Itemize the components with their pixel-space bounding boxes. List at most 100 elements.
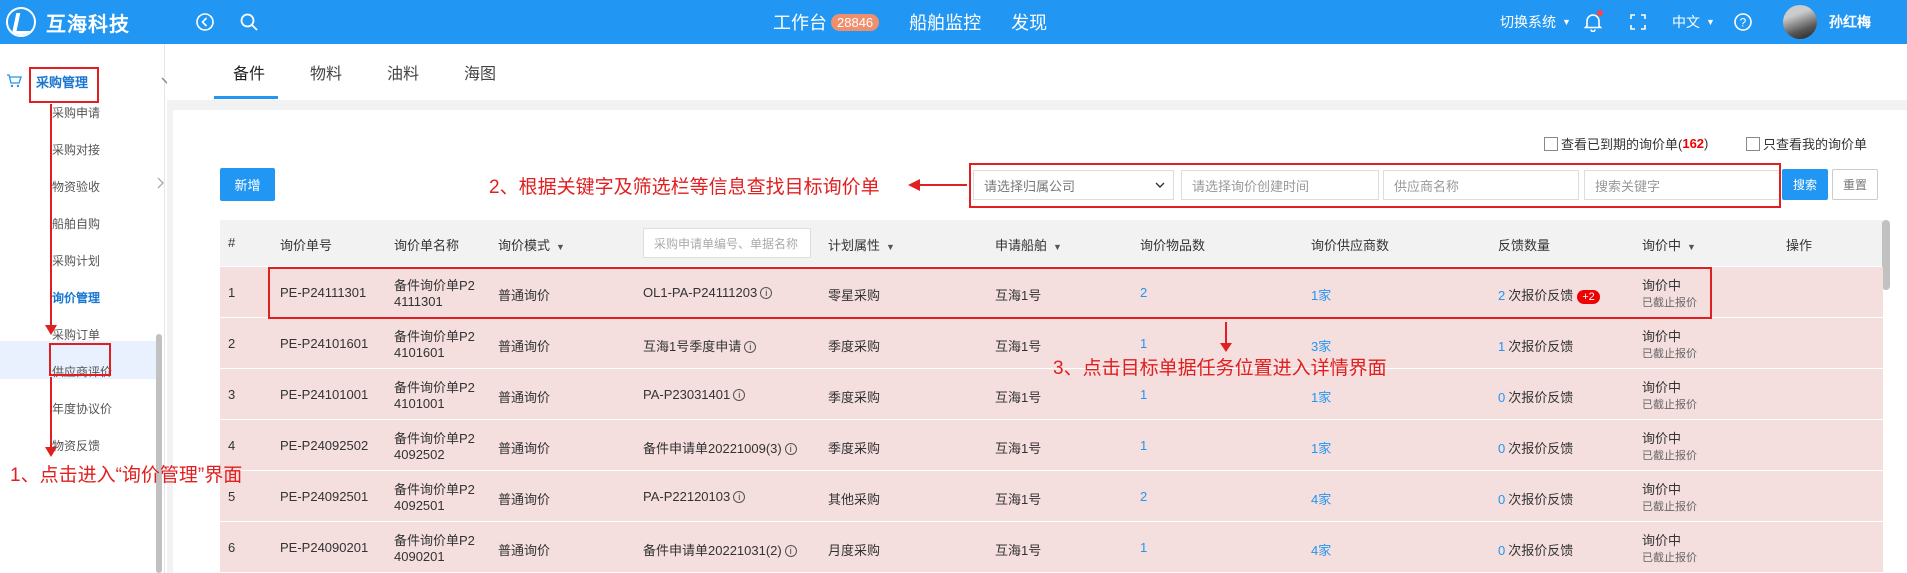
inquiry-code: PE-P24101601 bbox=[280, 336, 369, 351]
supplier-count[interactable]: 4家 bbox=[1311, 540, 1331, 559]
user-menu[interactable]: 孙红梅 bbox=[1783, 0, 1871, 44]
request-ref[interactable]: 备件申请单20221031(2) i bbox=[643, 540, 797, 559]
help-icon[interactable]: ? bbox=[1731, 10, 1755, 34]
tab-charts[interactable]: 海图 bbox=[464, 60, 496, 84]
inquiry-name-line1: 备件询价单P2 bbox=[394, 431, 475, 446]
info-icon[interactable]: i bbox=[760, 287, 773, 299]
annotation-arrow-line bbox=[50, 377, 52, 452]
sidebar-item-inquiry-management[interactable]: 询价管理 bbox=[52, 289, 100, 306]
request-ref[interactable]: 互海1号季度申请 i bbox=[643, 336, 757, 355]
info-icon[interactable]: i bbox=[733, 389, 746, 401]
switch-system-label: 切换系统 bbox=[1500, 14, 1556, 30]
sidebar-item-purchase-plan[interactable]: 采购计划 bbox=[52, 252, 100, 269]
sidebar-group-procurement[interactable]: 采购管理 bbox=[6, 66, 176, 96]
supplier-name-input[interactable]: 供应商名称 bbox=[1383, 170, 1579, 200]
item-count[interactable]: 2 bbox=[1140, 285, 1147, 300]
reset-button[interactable]: 重置 bbox=[1832, 169, 1878, 200]
feedback-count[interactable]: 2 次报价反馈 +2 bbox=[1498, 285, 1600, 304]
search-icon[interactable] bbox=[237, 10, 261, 34]
info-icon[interactable]: i bbox=[744, 341, 757, 353]
company-select[interactable]: 请选择归属公司 bbox=[973, 170, 1174, 200]
created-time-picker[interactable]: 请选择询价创建时间 bbox=[1181, 170, 1379, 200]
feedback-count[interactable]: 0 次报价反馈 bbox=[1498, 540, 1573, 559]
feedback-number: 0 bbox=[1498, 492, 1506, 507]
item-count[interactable]: 1 bbox=[1140, 438, 1147, 453]
nav-workbench[interactable]: 工作台 28846 bbox=[773, 9, 880, 35]
company-select-placeholder: 请选择归属公司 bbox=[984, 178, 1076, 194]
supplier-count[interactable]: 1家 bbox=[1311, 285, 1331, 304]
feedback-label: 次报价反馈 bbox=[1508, 339, 1574, 354]
feedback-count[interactable]: 0 次报价反馈 bbox=[1498, 387, 1573, 406]
col-supplier-count: 询价供应商数 bbox=[1311, 238, 1390, 253]
username: 孙红梅 bbox=[1829, 14, 1871, 30]
ship-name: 互海1号 bbox=[995, 492, 1042, 507]
feedback-label: 次报价反馈 bbox=[1508, 390, 1574, 405]
feedback-count[interactable]: 1 次报价反馈 bbox=[1498, 336, 1573, 355]
item-count[interactable]: 1 bbox=[1140, 387, 1147, 402]
sidebar-item-purchase-request[interactable]: 采购申请 bbox=[52, 104, 100, 121]
col-status[interactable]: 询价中 ▼ bbox=[1642, 235, 1696, 254]
table-scrollbar[interactable] bbox=[1882, 220, 1890, 290]
request-ref[interactable]: PA-P23031401 i bbox=[643, 387, 746, 402]
sidebar-item-acceptance[interactable]: 物资验收 bbox=[52, 178, 100, 195]
table-row[interactable]: 6 PE-P24090201 备件询价单P2 4090201 普通询价 月度采购 互海1号 1… bbox=[220, 522, 1883, 573]
feedback-count[interactable]: 0 次报价反馈 bbox=[1498, 438, 1573, 457]
col-ship[interactable]: 申请船舶 ▼ bbox=[995, 235, 1062, 254]
tab-materials[interactable]: 物料 bbox=[310, 60, 342, 84]
sidebar-item-annual-price[interactable]: 年度协议价 bbox=[52, 400, 112, 417]
nav-discover[interactable]: 发现 bbox=[1011, 9, 1047, 35]
nav-ship-monitor[interactable]: 船舶监控 bbox=[909, 9, 981, 35]
logo[interactable]: 互海科技 bbox=[6, 7, 130, 37]
inquiry-code: PE-P24092502 bbox=[280, 438, 369, 453]
expired-inquiry-checkbox[interactable]: 查看已到期的询价单(162) bbox=[1544, 134, 1708, 153]
item-count[interactable]: 1 bbox=[1140, 336, 1147, 351]
tab-spare-parts[interactable]: 备件 bbox=[233, 60, 265, 84]
col-status-label: 询价中 bbox=[1642, 238, 1682, 253]
top-bar: 互海科技 工作台 28846 船舶监控 发现 切换系统 ▼ 中文 ▼ ? 孙红梅 bbox=[0, 0, 1907, 44]
keyword-search-input[interactable]: 搜索关键字 bbox=[1584, 170, 1780, 200]
feedback-count[interactable]: 0 次报价反馈 bbox=[1498, 489, 1573, 508]
info-icon[interactable]: i bbox=[733, 491, 746, 503]
sidebar-item-purchase-docking[interactable]: 采购对接 bbox=[52, 141, 100, 158]
sidebar-item-material-feedback[interactable]: 物资反馈 bbox=[52, 437, 100, 454]
request-ref[interactable]: OL1-PA-P24111203 i bbox=[643, 285, 773, 300]
language-label: 中文 bbox=[1672, 14, 1700, 30]
chevron-down-icon: ▼ bbox=[1562, 17, 1571, 27]
request-ref[interactable]: PA-P22120103 i bbox=[643, 489, 746, 504]
item-count[interactable]: 2 bbox=[1140, 489, 1147, 504]
back-icon[interactable] bbox=[193, 10, 217, 34]
inquiry-code: PE-P24090201 bbox=[280, 540, 369, 555]
info-icon[interactable]: i bbox=[784, 443, 797, 455]
request-code-filter-input[interactable]: 采购申请单编号、单据名称 bbox=[643, 228, 811, 258]
tab-oil[interactable]: 油料 bbox=[387, 60, 419, 84]
sidebar-scrollbar[interactable] bbox=[156, 334, 162, 573]
avatar bbox=[1783, 5, 1817, 39]
table-row[interactable]: 4 PE-P24092502 备件询价单P2 4092502 普通询价 季度采购 互海1号 1… bbox=[220, 420, 1883, 471]
switch-system-menu[interactable]: 切换系统 ▼ bbox=[1500, 0, 1571, 44]
search-button[interactable]: 搜索 bbox=[1782, 169, 1828, 200]
item-count[interactable]: 1 bbox=[1140, 540, 1147, 555]
request-ref[interactable]: 备件申请单20221009(3) i bbox=[643, 438, 797, 457]
fullscreen-icon[interactable] bbox=[1626, 10, 1650, 34]
col-feedback-count: 反馈数量 bbox=[1498, 238, 1551, 253]
col-plan-attr[interactable]: 计划属性 ▼ bbox=[828, 235, 895, 254]
sidebar-item-purchase-order[interactable]: 采购订单 bbox=[52, 326, 100, 343]
info-icon[interactable]: i bbox=[784, 545, 797, 557]
caret-down-icon: ▼ bbox=[886, 242, 895, 252]
supplier-count[interactable]: 4家 bbox=[1311, 489, 1331, 508]
col-item-count: 询价物品数 bbox=[1140, 238, 1206, 253]
table-row[interactable]: 5 PE-P24092501 备件询价单P2 4092501 普通询价 其他采购 互海1号 2… bbox=[220, 471, 1883, 522]
only-mine-checkbox[interactable]: 只查看我的询价单 bbox=[1746, 134, 1867, 153]
supplier-count[interactable]: 1家 bbox=[1311, 387, 1331, 406]
add-button[interactable]: 新增 bbox=[220, 168, 275, 201]
sidebar-item-supplier-evaluation[interactable]: 供应商评价 bbox=[52, 363, 112, 380]
table-row[interactable]: 2 PE-P24101601 备件询价单P2 4101601 普通询价 季度采购 互海1号 1… bbox=[220, 318, 1883, 369]
sidebar-item-ship-self-purchase[interactable]: 船舶自购 bbox=[52, 215, 100, 232]
table-row[interactable]: 1 PE-P24111301 备件询价单P2 4111301 普通询价 零星采购 互海1号 2… bbox=[220, 267, 1883, 318]
table-row[interactable]: 3 PE-P24101001 备件询价单P2 4101001 普通询价 季度采购 互海1号 1… bbox=[220, 369, 1883, 420]
language-menu[interactable]: 中文 ▼ bbox=[1672, 0, 1715, 44]
status-subtext: 已截止报价 bbox=[1642, 348, 1697, 360]
supplier-count[interactable]: 1家 bbox=[1311, 438, 1331, 457]
feedback-number: 1 bbox=[1498, 339, 1506, 354]
col-inquiry-mode[interactable]: 询价模式 ▼ bbox=[498, 235, 565, 254]
